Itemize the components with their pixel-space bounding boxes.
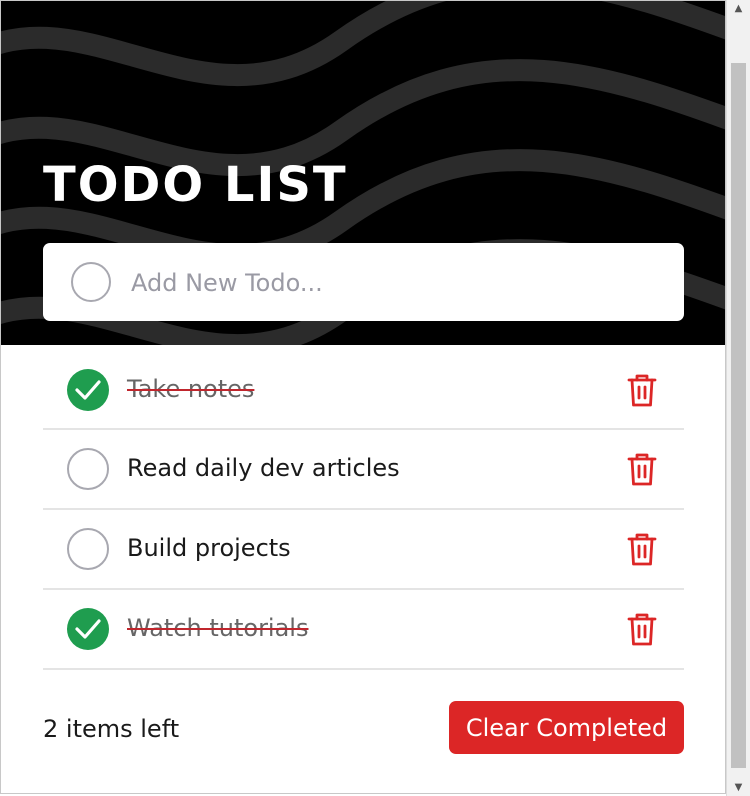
todo-item: Read daily dev articles: [43, 430, 684, 510]
todo-text[interactable]: Watch tutorials: [127, 612, 308, 644]
check-icon: [75, 380, 101, 400]
todo-checkbox[interactable]: [67, 369, 109, 411]
items-left-count: 2 items left: [43, 715, 180, 743]
todo-item: Watch tutorials: [43, 590, 684, 670]
new-todo-input[interactable]: [129, 259, 663, 307]
trash-icon[interactable]: [626, 451, 658, 487]
new-todo-circle-icon: [71, 262, 111, 302]
todo-text[interactable]: Read daily dev articles: [127, 452, 400, 484]
vertical-scrollbar[interactable]: ▲ ▼: [726, 0, 750, 796]
app-frame: TODO LIST Take notes Read daily dev arti…: [0, 0, 726, 794]
new-todo-box: [43, 243, 684, 321]
check-icon: [75, 619, 101, 639]
todo-item: Take notes: [43, 351, 684, 430]
triangle-up-icon[interactable]: ▲: [727, 0, 750, 17]
clear-completed-button[interactable]: Clear Completed: [449, 701, 684, 754]
todo-text[interactable]: Take notes: [127, 373, 254, 405]
todo-text[interactable]: Build projects: [127, 532, 291, 564]
trash-icon[interactable]: [626, 531, 658, 567]
triangle-down-icon[interactable]: ▼: [727, 779, 750, 796]
header-hero: TODO LIST: [1, 1, 725, 345]
trash-icon[interactable]: [626, 611, 658, 647]
page-title: TODO LIST: [43, 157, 348, 213]
todo-item: Build projects: [43, 510, 684, 590]
todo-list: Take notes Read daily dev articles Build…: [43, 351, 684, 670]
trash-icon[interactable]: [626, 372, 658, 408]
todo-checkbox[interactable]: [67, 528, 109, 570]
todo-checkbox[interactable]: [67, 608, 109, 650]
scrollbar-thumb[interactable]: [731, 63, 746, 768]
todo-checkbox[interactable]: [67, 448, 109, 490]
